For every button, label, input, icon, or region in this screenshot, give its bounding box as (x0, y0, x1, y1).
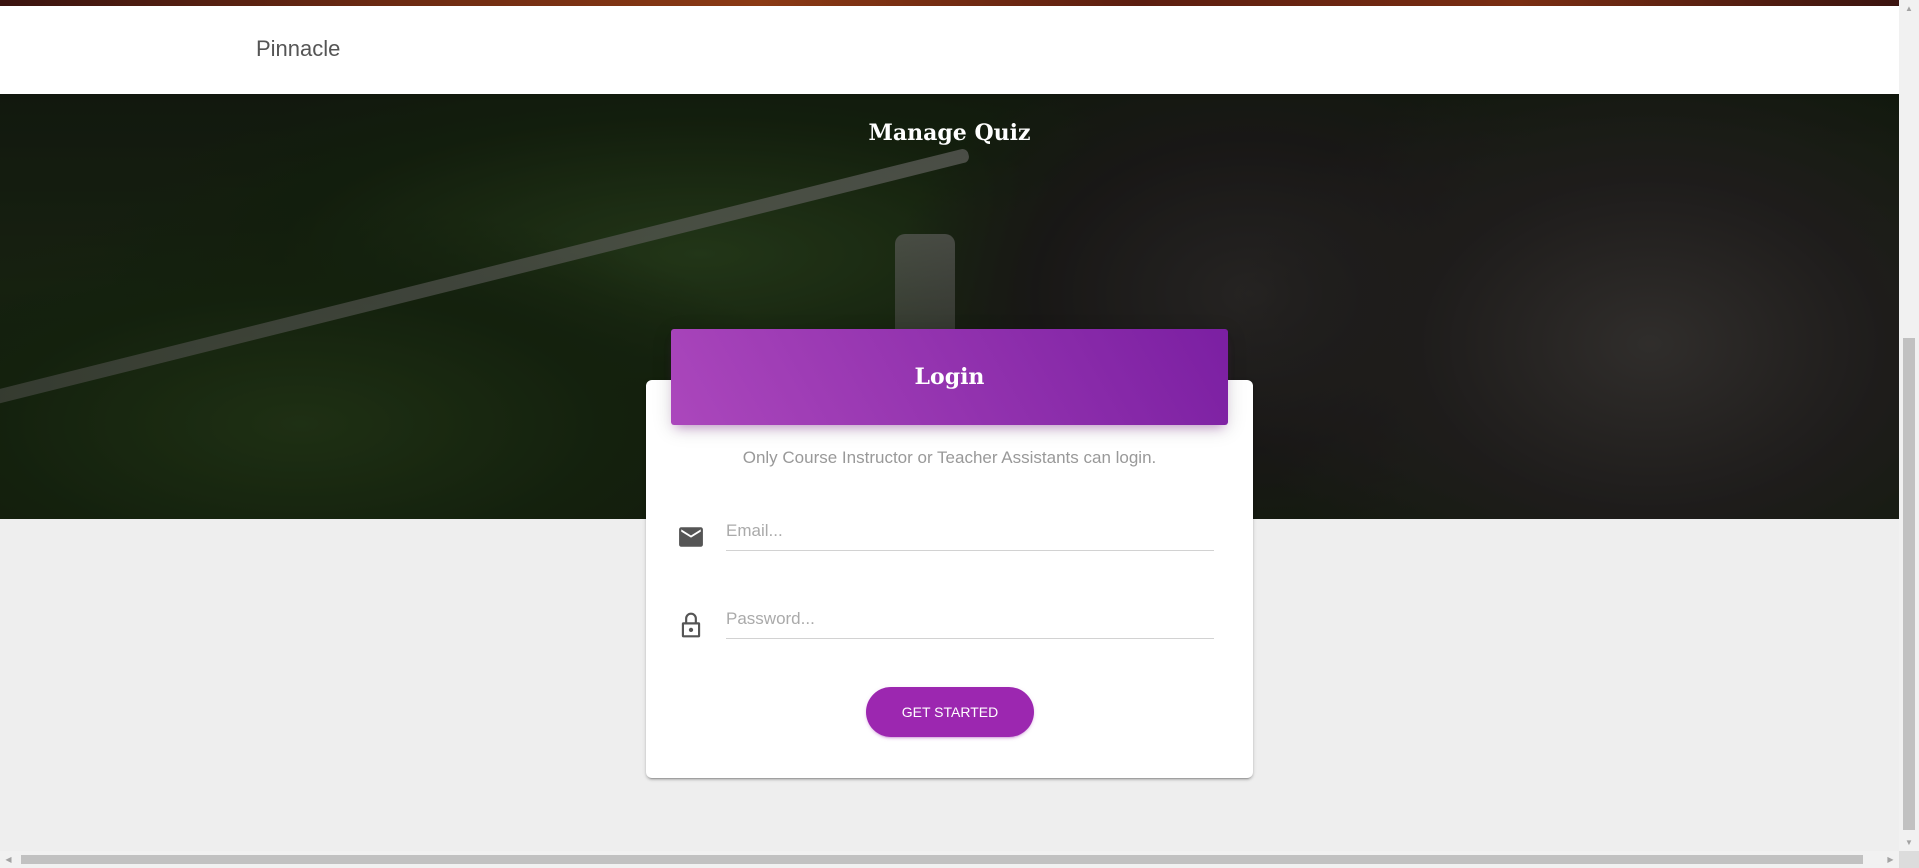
password-field-group (676, 600, 1223, 650)
email-field-group (676, 512, 1223, 562)
scroll-down-icon[interactable]: ▼ (1899, 834, 1919, 851)
lock-icon (676, 610, 706, 640)
scroll-left-icon[interactable]: ◀ (0, 851, 17, 868)
horizontal-scrollbar[interactable]: ◀ ▶ (0, 851, 1899, 868)
email-input[interactable] (726, 512, 1214, 551)
get-started-button[interactable]: GET STARTED (866, 687, 1034, 737)
vertical-scrollbar[interactable]: ▲ ▼ (1899, 0, 1919, 868)
brand-link[interactable]: Pinnacle (256, 36, 340, 62)
scroll-right-icon[interactable]: ▶ (1882, 851, 1899, 868)
scrollbar-corner (1899, 851, 1919, 868)
navbar: Pinnacle (0, 6, 1899, 94)
login-card-header: Login (671, 329, 1228, 425)
password-input[interactable] (726, 600, 1214, 639)
horizontal-scrollbar-thumb[interactable] (21, 855, 1863, 864)
vertical-scrollbar-thumb[interactable] (1903, 338, 1915, 830)
login-card-title: Login (914, 364, 985, 390)
mail-icon (676, 522, 706, 552)
login-card: Only Course Instructor or Teacher Assist… (646, 380, 1253, 778)
scroll-up-icon[interactable]: ▲ (1899, 0, 1919, 17)
page-title: Manage Quiz (868, 120, 1031, 146)
login-description: Only Course Instructor or Teacher Assist… (742, 448, 1157, 467)
